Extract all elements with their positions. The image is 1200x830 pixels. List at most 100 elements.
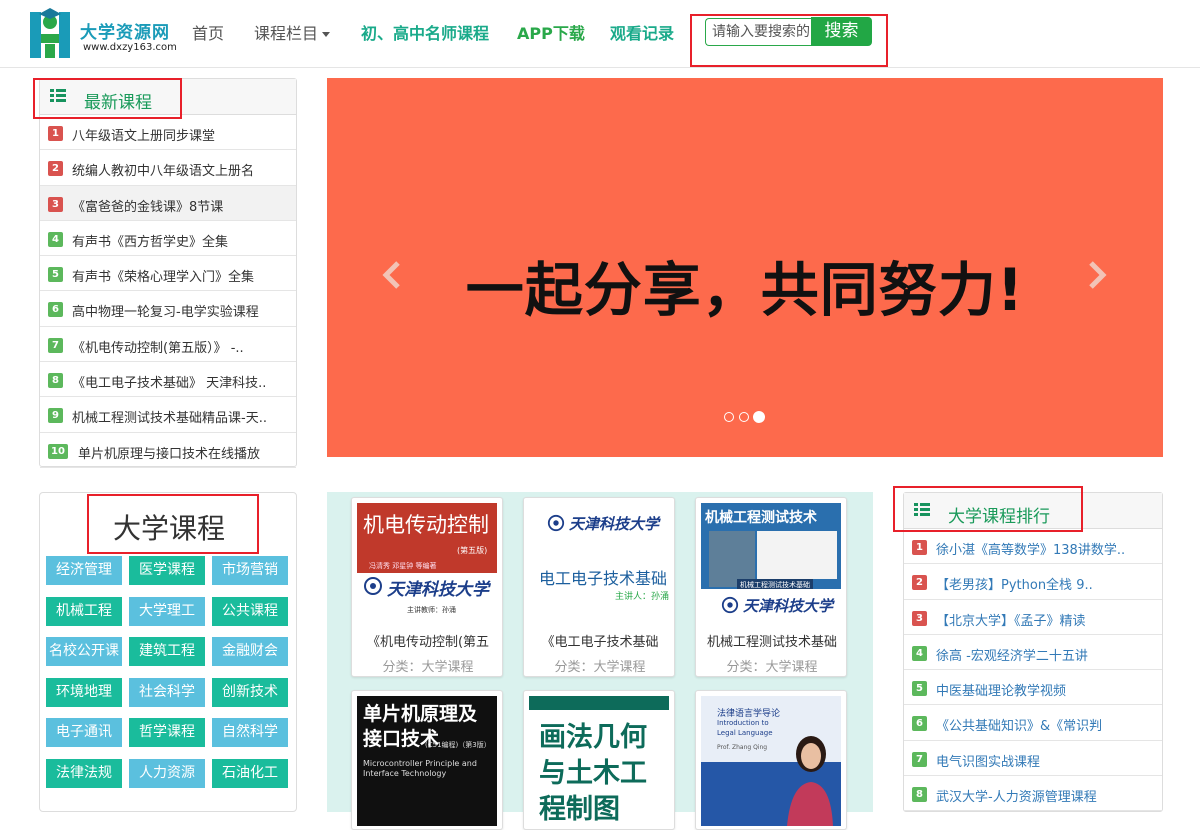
list-item-label[interactable]: 《富爸爸的金钱课》8节课 (72, 196, 296, 215)
list-item[interactable]: 4 有声书《西方哲学史》全集 (40, 221, 296, 257)
list-item[interactable]: 5 中医基础理论教学视频 (904, 670, 1162, 706)
ranking-title: 大学课程排行 (948, 507, 1050, 527)
nav-columns-dropdown[interactable]: 课程栏目 (254, 20, 331, 44)
course-card[interactable]: 机电传动控制 (第五版) 冯清秀 邓星钟 等编著 天津科技大学 主讲教师：孙涌 … (351, 497, 503, 677)
list-item[interactable]: 8 武汉大学-人力资源管理课程 (904, 776, 1162, 812)
list-item[interactable]: 2 【老男孩】Python全栈 9.. (904, 564, 1162, 600)
course-grid: 机电传动控制 (第五版) 冯清秀 邓星钟 等编著 天津科技大学 主讲教师：孙涌 … (327, 492, 873, 830)
list-item-label[interactable]: 电气识图实战课程 (936, 751, 1160, 770)
category-tag[interactable]: 创新技术 (212, 677, 288, 707)
list-item-label[interactable]: 【老男孩】Python全栈 9.. (936, 574, 1160, 593)
carousel-dot[interactable] (724, 412, 734, 422)
list-item[interactable]: 3 【北京大学】《孟子》精读 (904, 600, 1162, 635)
list-item-label[interactable]: 有声书《西方哲学史》全集 (72, 231, 296, 250)
site-logo[interactable]: 大学资源网 www.dxzy163.com (27, 6, 187, 62)
list-item-label[interactable]: 中医基础理论教学视频 (936, 680, 1160, 699)
list-icon (50, 89, 66, 103)
site-name: 大学资源网 (80, 23, 170, 43)
list-item[interactable]: 2 统编人教初中八年级语文上册名 (40, 150, 296, 186)
list-item[interactable]: 1 徐小湛《高等数学》138讲数学.. (904, 529, 1162, 565)
university-courses-title: 大学课程 (112, 512, 225, 545)
list-item[interactable]: 4 徐高 -宏观经济学二十五讲 (904, 635, 1162, 671)
cover-title: 电工电子技术基础 (539, 569, 668, 588)
list-item[interactable]: 3 《富爸爸的金钱课》8节课 (40, 185, 296, 221)
list-item-label[interactable]: 《公共基础知识》&《常识判 (936, 715, 1160, 734)
list-item-label[interactable]: 《机电传动控制(第五版）》 -.. (72, 337, 296, 356)
course-cover: 机电传动控制 (第五版) 冯清秀 邓星钟 等编著 天津科技大学 主讲教师：孙涌 (357, 503, 497, 621)
nav-famous-courses[interactable]: 初、高中名师课程 (361, 20, 489, 44)
course-card[interactable]: 单片机原理及接口技术 (C51编程)（第3版） Microcontroller … (351, 690, 503, 830)
course-card[interactable]: 机械工程测试技术 机械工程测试技术基础 天津科技大学 机械工程测试技术基础 分类… (695, 497, 847, 677)
list-item-label[interactable]: 武汉大学-人力资源管理课程 (936, 786, 1160, 805)
category-tag[interactable]: 机械工程 (46, 596, 122, 626)
list-item[interactable]: 8 《电工电子技术基础》 天津科技.. (40, 362, 296, 398)
list-item-label[interactable]: 《电工电子技术基础》 天津科技.. (72, 372, 296, 391)
list-item[interactable]: 6 高中物理一轮复习-电学实验课程 (40, 291, 296, 327)
list-item-label[interactable]: 机械工程测试技术基础精品课-天.. (72, 407, 296, 426)
category-tag[interactable]: 环境地理 (46, 677, 122, 707)
course-card[interactable]: 天津科技大学 电工电子技术基础 主讲人：孙涌 《电工电子技术基础 分类：大学课程 (523, 497, 675, 677)
nav-columns-label: 课程栏目 (254, 24, 319, 43)
nav-history[interactable]: 观看记录 (610, 20, 674, 44)
category-tag[interactable]: 电子通讯 (46, 718, 122, 747)
category-tag[interactable]: 大学理工 (129, 596, 205, 626)
category-tag[interactable]: 石油化工 (212, 758, 288, 788)
list-item-label[interactable]: 徐小湛《高等数学》138讲数学.. (936, 539, 1160, 558)
list-item-label[interactable]: 【北京大学】《孟子》精读 (936, 610, 1160, 629)
list-item[interactable]: 7 电气识图实战课程 (904, 741, 1162, 777)
search-button[interactable]: 搜索 (811, 17, 872, 46)
list-item[interactable]: 6 《公共基础知识》&《常识判 (904, 705, 1162, 741)
course-card[interactable]: 画法几何与土木工程制图 (523, 690, 675, 830)
list-item[interactable]: 7 《机电传动控制(第五版）》 -.. (40, 327, 296, 363)
rank-badge: 5 (48, 267, 63, 283)
course-cover: 天津科技大学 电工电子技术基础 主讲人：孙涌 (529, 503, 669, 621)
category-tag[interactable]: 社会科学 (129, 677, 205, 707)
carousel-dot-active[interactable] (753, 411, 765, 423)
list-item[interactable]: 1 八年级语文上册同步课堂 (40, 115, 296, 151)
category-tag[interactable]: 经济管理 (46, 556, 122, 585)
rank-badge: 1 (48, 126, 63, 141)
chevron-left-icon[interactable] (382, 260, 402, 290)
presenter-icon (787, 736, 833, 826)
category-tag[interactable]: 法律法规 (46, 758, 122, 788)
course-cover: 机械工程测试技术 机械工程测试技术基础 天津科技大学 (701, 503, 841, 621)
course-category: 分类：大学课程 (726, 660, 818, 675)
course-card[interactable]: 法律语言学导论 Introduction to Legal Language P… (695, 690, 847, 830)
list-item-label[interactable]: 单片机原理与接口技术在线播放 (78, 443, 302, 462)
list-item-label[interactable]: 有声书《荣格心理学入门》全集 (72, 266, 296, 285)
ranking-list: 1 徐小湛《高等数学》138讲数学.. 2 【老男孩】Python全栈 9.. 3 【北京… (904, 529, 1162, 812)
category-tag[interactable]: 金融财会 (212, 637, 288, 666)
nav-app-download[interactable]: APP下载 (517, 20, 585, 44)
list-item[interactable]: 10 单片机原理与接口技术在线播放 (40, 433, 296, 468)
list-item-label[interactable]: 高中物理一轮复习-电学实验课程 (72, 301, 296, 320)
ranking-panel: 大学课程排行 1 徐小湛《高等数学》138讲数学.. 2 【老男孩】Python全栈 … (903, 492, 1163, 812)
banner-carousel[interactable]: 一起分享，共同努力! (327, 78, 1163, 457)
course-title[interactable]: 《机电传动控制(第五 (352, 631, 502, 650)
category-tag[interactable]: 人力资源 (129, 758, 205, 788)
category-tag[interactable]: 名校公开课 (46, 637, 122, 666)
list-item-label[interactable]: 统编人教初中八年级语文上册名 (72, 160, 296, 179)
list-item[interactable]: 5 有声书《荣格心理学入门》全集 (40, 256, 296, 292)
course-title[interactable]: 机械工程测试技术基础 (696, 631, 846, 650)
rank-badge: 2 (48, 161, 63, 177)
cover-school: 天津科技大学 (387, 580, 489, 600)
course-category: 分类：大学课程 (382, 660, 474, 675)
carousel-dot[interactable] (739, 412, 749, 422)
category-tag[interactable]: 哲学课程 (129, 718, 205, 747)
search-input[interactable]: 请输入要搜索的 (705, 18, 811, 46)
category-tag[interactable]: 建筑工程 (129, 637, 205, 666)
category-tag[interactable]: 市场营销 (212, 556, 288, 585)
list-item-label[interactable]: 徐高 -宏观经济学二十五讲 (936, 645, 1160, 664)
chevron-down-icon (322, 32, 331, 37)
category-tag[interactable]: 公共课程 (212, 596, 288, 626)
list-item-label[interactable]: 八年级语文上册同步课堂 (72, 125, 296, 144)
course-cover: 法律语言学导论 Introduction to Legal Language P… (701, 696, 841, 826)
course-title[interactable]: 《电工电子技术基础 (524, 631, 674, 650)
nav-home[interactable]: 首页 (192, 20, 224, 44)
list-item[interactable]: 9 机械工程测试技术基础精品课-天.. (40, 397, 296, 433)
category-tag[interactable]: 自然科学 (212, 718, 288, 747)
cover-school: 天津科技大学 (743, 597, 834, 615)
rank-badge: 5 (912, 681, 927, 697)
chevron-right-icon[interactable] (1087, 260, 1107, 290)
category-tag[interactable]: 医学课程 (129, 556, 205, 585)
